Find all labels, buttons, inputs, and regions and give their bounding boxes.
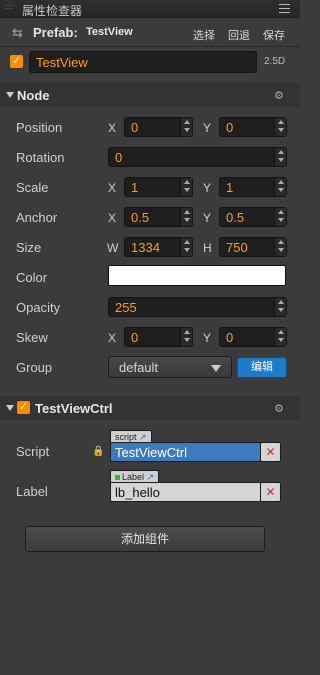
group-edit-button[interactable]: 编辑: [237, 357, 287, 378]
panel-menu-icon[interactable]: [279, 4, 290, 13]
scale-x-input[interactable]: 1: [124, 177, 193, 197]
node-type-icon: [115, 475, 120, 480]
external-link-icon[interactable]: ↗: [139, 432, 147, 442]
stepper-icon[interactable]: [180, 118, 192, 136]
stepper-icon[interactable]: [274, 178, 286, 196]
prefab-revert-button[interactable]: 回退: [228, 27, 250, 43]
gear-icon[interactable]: ⚙: [274, 89, 284, 102]
label-property-label: Label: [16, 484, 48, 499]
component-section-header[interactable]: ✓ TestViewCtrl ⚙: [0, 396, 300, 420]
collapse-triangle-icon[interactable]: [6, 92, 14, 98]
label-tag-text: Label: [122, 472, 145, 482]
axis-y-label: Y: [203, 181, 212, 195]
opacity-value: 255: [115, 300, 137, 315]
drag-grip-icon[interactable]: [5, 4, 14, 13]
stepper-icon[interactable]: [180, 178, 192, 196]
prefab-select-button[interactable]: 选择: [193, 27, 215, 43]
axis-h-label: H: [203, 241, 212, 255]
node-section-title: Node: [17, 88, 50, 103]
gear-icon[interactable]: ⚙: [274, 402, 284, 415]
anchor-y-value: 0.5: [226, 210, 245, 225]
add-component-button[interactable]: 添加组件: [25, 526, 265, 552]
panel-titlebar: 属性检查器: [0, 0, 300, 18]
chevron-down-icon: [211, 365, 221, 372]
clear-label-button[interactable]: ✕: [260, 482, 281, 502]
stepper-icon[interactable]: [274, 118, 286, 136]
prefab-name: TestView: [86, 26, 133, 38]
scale-y-value: 1: [226, 180, 234, 195]
axis-y-label: Y: [203, 331, 212, 345]
color-label: Color: [16, 270, 48, 285]
clear-script-button[interactable]: ✕: [260, 442, 281, 462]
stepper-icon[interactable]: [274, 208, 286, 226]
skew-x-value: 0: [131, 330, 139, 345]
node-name-input[interactable]: TestView: [29, 51, 257, 73]
panel-title: 属性检查器: [22, 4, 83, 18]
stepper-icon[interactable]: [180, 328, 192, 346]
component-enabled-checkbox[interactable]: ✓: [17, 401, 30, 414]
position-y-input[interactable]: 0: [219, 117, 287, 137]
size-width-input[interactable]: 1334: [124, 237, 193, 257]
stepper-icon[interactable]: [180, 238, 192, 256]
group-select[interactable]: default: [108, 356, 232, 378]
group-select-value: default: [119, 360, 159, 375]
position-label: Position: [16, 120, 63, 135]
size-width-value: 1334: [131, 240, 160, 255]
color-swatch[interactable]: [108, 265, 286, 286]
rotation-input[interactable]: 0: [108, 147, 287, 167]
group-label: Group: [16, 360, 53, 375]
anchor-x-input[interactable]: 0.5: [124, 207, 193, 227]
axis-x-label: X: [108, 181, 117, 195]
component-title: TestViewCtrl: [35, 401, 113, 416]
script-tag-text: script: [115, 432, 137, 442]
axis-y-label: Y: [203, 121, 212, 135]
axis-w-label: W: [107, 241, 119, 255]
position-x-input[interactable]: 0: [124, 117, 193, 137]
skew-label: Skew: [16, 330, 48, 345]
axis-x-label: X: [108, 211, 117, 225]
skew-y-input[interactable]: 0: [219, 327, 287, 347]
stepper-icon[interactable]: [274, 328, 286, 346]
size-height-value: 750: [226, 240, 248, 255]
position-x-value: 0: [131, 120, 139, 135]
node-mode-label: 2.5D: [264, 56, 286, 67]
divider: [0, 46, 300, 47]
rotation-label: Rotation: [16, 150, 65, 165]
anchor-label: Anchor: [16, 210, 58, 225]
scale-label: Scale: [16, 180, 49, 195]
position-y-value: 0: [226, 120, 234, 135]
script-label: Script: [16, 444, 50, 459]
script-reference-field[interactable]: TestViewCtrl: [110, 442, 261, 462]
stepper-icon[interactable]: [274, 148, 286, 166]
rotation-value: 0: [115, 150, 123, 165]
opacity-label: Opacity: [16, 300, 61, 315]
skew-y-value: 0: [226, 330, 234, 345]
anchor-x-value: 0.5: [131, 210, 150, 225]
node-active-checkbox[interactable]: ✓: [10, 55, 23, 68]
size-height-input[interactable]: 750: [219, 237, 287, 257]
axis-x-label: X: [108, 331, 117, 345]
opacity-input[interactable]: 255: [108, 297, 287, 317]
prefab-link-icon: ⇆: [12, 25, 23, 40]
prefab-save-button[interactable]: 保存: [263, 27, 285, 43]
size-label: Size: [16, 240, 42, 255]
collapse-triangle-icon[interactable]: [6, 405, 14, 411]
scale-y-input[interactable]: 1: [219, 177, 287, 197]
node-section-header[interactable]: Node ⚙: [0, 83, 300, 107]
skew-x-input[interactable]: 0: [124, 327, 193, 347]
stepper-icon[interactable]: [274, 298, 286, 316]
stepper-icon[interactable]: [180, 208, 192, 226]
axis-y-label: Y: [203, 211, 212, 225]
external-link-icon[interactable]: ↗: [147, 472, 155, 482]
lock-icon: 🔒: [92, 446, 105, 457]
anchor-y-input[interactable]: 0.5: [219, 207, 287, 227]
prefab-bar: ⇆ Prefab: TestView 选择 回退 保存: [0, 19, 300, 47]
scale-x-value: 1: [131, 180, 139, 195]
prefab-label: Prefab:: [33, 25, 78, 40]
label-reference-field[interactable]: lb_hello: [110, 482, 261, 502]
axis-x-label: X: [108, 121, 117, 135]
stepper-icon[interactable]: [274, 238, 286, 256]
